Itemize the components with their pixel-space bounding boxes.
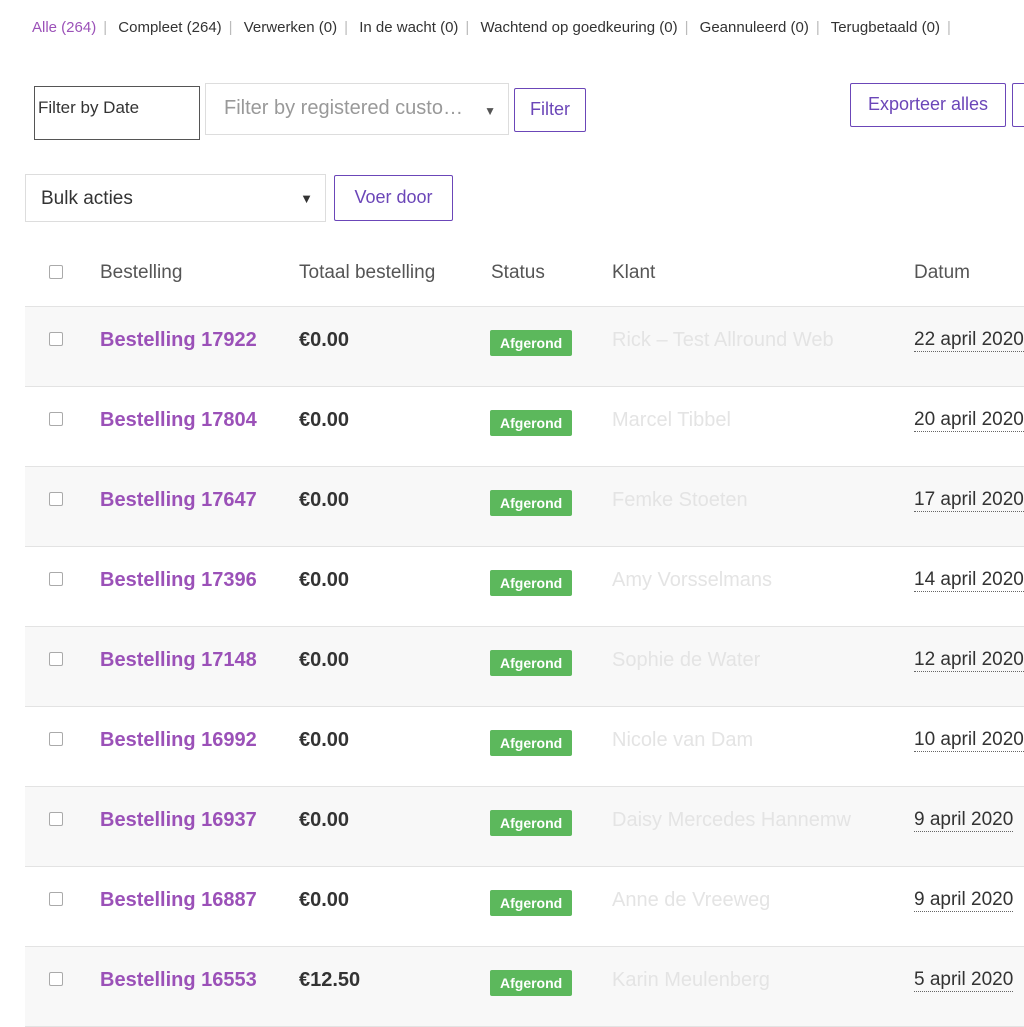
status-badge: Afgerond bbox=[490, 570, 573, 596]
order-link[interactable]: Bestelling 17647 bbox=[100, 489, 257, 512]
status-badge: Afgerond bbox=[490, 330, 573, 356]
date-filter-input[interactable]: Filter by Date bbox=[34, 86, 200, 140]
table-row: Bestelling 17647 €0.00 Afgerond Femke St… bbox=[25, 467, 1024, 547]
order-total: €0.00 bbox=[299, 889, 350, 911]
order-date: 12 april 2020 bbox=[914, 649, 1024, 672]
orders-table: Bestelling Totaal bestelling Status Klan… bbox=[25, 240, 1024, 1027]
separator: | bbox=[228, 19, 233, 36]
order-total: €0.00 bbox=[299, 729, 350, 751]
row-checkbox[interactable] bbox=[49, 492, 63, 506]
table-row: Bestelling 17804 €0.00 Afgerond Marcel T… bbox=[25, 387, 1024, 467]
table-row: Bestelling 16887 €0.00 Afgerond Anne de … bbox=[25, 867, 1024, 947]
separator: | bbox=[103, 19, 108, 36]
separator: | bbox=[344, 19, 349, 36]
export-options-button[interactable] bbox=[1012, 83, 1024, 127]
customer-name: Rick – Test Allround Web bbox=[612, 329, 834, 351]
status-filter-bar: Alle (264) | Compleet (264) | Verwerken (0… bbox=[32, 19, 958, 36]
order-link[interactable]: Bestelling 17922 bbox=[100, 329, 257, 352]
status-badge: Afgerond bbox=[490, 410, 573, 436]
status-badge: Afgerond bbox=[490, 490, 573, 516]
order-total: €12.50 bbox=[299, 969, 361, 991]
order-link[interactable]: Bestelling 16887 bbox=[100, 889, 257, 912]
status-filter-processing[interactable]: Verwerken (0) bbox=[244, 19, 337, 36]
customer-name: Daisy Mercedes Hannemw bbox=[612, 809, 851, 831]
column-header-status: Status bbox=[491, 262, 545, 283]
order-total: €0.00 bbox=[299, 329, 350, 351]
order-link[interactable]: Bestelling 16937 bbox=[100, 809, 257, 832]
order-total: €0.00 bbox=[299, 409, 350, 431]
order-total: €0.00 bbox=[299, 649, 350, 671]
caret-down-icon: ▼ bbox=[300, 191, 313, 206]
status-badge: Afgerond bbox=[490, 730, 573, 756]
status-filter-on-hold[interactable]: In de wacht (0) bbox=[359, 19, 458, 36]
order-total: €0.00 bbox=[299, 569, 350, 591]
order-link[interactable]: Bestelling 17148 bbox=[100, 649, 257, 672]
order-link[interactable]: Bestelling 17804 bbox=[100, 409, 257, 432]
customer-filter-placeholder: Filter by registered custo… bbox=[224, 97, 463, 119]
order-date: 5 april 2020 bbox=[914, 969, 1014, 992]
customer-name: Karin Meulenberg bbox=[612, 969, 770, 991]
status-filter-all[interactable]: Alle (264) bbox=[32, 19, 96, 36]
order-total: €0.00 bbox=[299, 809, 350, 831]
order-date: 20 april 2020 bbox=[914, 409, 1024, 432]
column-header-total: Totaal bestelling bbox=[299, 262, 436, 283]
bulk-actions-label: Bulk acties bbox=[41, 188, 133, 209]
table-row: Bestelling 17148 €0.00 Afgerond Sophie d… bbox=[25, 627, 1024, 707]
status-badge: Afgerond bbox=[490, 970, 573, 996]
customer-name: Sophie de Water bbox=[612, 649, 761, 671]
order-date: 22 april 2020 bbox=[914, 329, 1024, 352]
separator: | bbox=[684, 19, 689, 36]
order-link[interactable]: Bestelling 16553 bbox=[100, 969, 257, 992]
row-checkbox[interactable] bbox=[49, 812, 63, 826]
table-row: Bestelling 17922 €0.00 Afgerond Rick – T… bbox=[25, 307, 1024, 387]
row-checkbox[interactable] bbox=[49, 892, 63, 906]
table-header-row: Bestelling Totaal bestelling Status Klan… bbox=[25, 240, 1024, 307]
apply-bulk-button[interactable]: Voer door bbox=[334, 175, 453, 221]
status-filter-pending[interactable]: Wachtend op goedkeuring (0) bbox=[481, 19, 678, 36]
status-filter-cancelled[interactable]: Geannuleerd (0) bbox=[700, 19, 809, 36]
customer-name: Anne de Vreeweg bbox=[612, 889, 771, 911]
order-total: €0.00 bbox=[299, 489, 350, 511]
date-filter-placeholder: Filter by Date bbox=[38, 98, 140, 117]
row-checkbox[interactable] bbox=[49, 972, 63, 986]
table-row: Bestelling 16553 €12.50 Afgerond Karin M… bbox=[25, 947, 1024, 1027]
row-checkbox[interactable] bbox=[49, 332, 63, 346]
export-all-button[interactable]: Exporteer alles bbox=[850, 83, 1006, 127]
column-header-order[interactable]: Bestelling bbox=[100, 262, 182, 284]
order-date: 17 april 2020 bbox=[914, 489, 1024, 512]
row-checkbox[interactable] bbox=[49, 732, 63, 746]
filter-button[interactable]: Filter bbox=[514, 88, 586, 132]
row-checkbox[interactable] bbox=[49, 572, 63, 586]
customer-name: Marcel Tibbel bbox=[612, 409, 731, 431]
status-filter-complete[interactable]: Compleet (264) bbox=[118, 19, 221, 36]
customer-filter-select[interactable]: Filter by registered custo… ▼ bbox=[205, 83, 509, 135]
column-header-date[interactable]: Datum bbox=[914, 262, 970, 284]
order-date: 14 april 2020 bbox=[914, 569, 1024, 592]
status-badge: Afgerond bbox=[490, 890, 573, 916]
status-filter-refunded[interactable]: Terugbetaald (0) bbox=[831, 19, 940, 36]
separator: | bbox=[465, 19, 470, 36]
order-link[interactable]: Bestelling 17396 bbox=[100, 569, 257, 592]
select-all-checkbox[interactable] bbox=[49, 265, 63, 279]
customer-name: Nicole van Dam bbox=[612, 729, 754, 751]
separator: | bbox=[815, 19, 820, 36]
customer-name: Femke Stoeten bbox=[612, 489, 748, 511]
row-checkbox[interactable] bbox=[49, 652, 63, 666]
table-row: Bestelling 16937 €0.00 Afgerond Daisy Me… bbox=[25, 787, 1024, 867]
status-badge: Afgerond bbox=[490, 810, 573, 836]
status-badge: Afgerond bbox=[490, 650, 573, 676]
table-row: Bestelling 16992 €0.00 Afgerond Nicole v… bbox=[25, 707, 1024, 787]
column-header-customer: Klant bbox=[612, 262, 656, 283]
order-date: 9 april 2020 bbox=[914, 809, 1014, 832]
caret-down-icon: ▼ bbox=[484, 104, 496, 118]
order-date: 9 april 2020 bbox=[914, 889, 1014, 912]
customer-name: Amy Vorsselmans bbox=[612, 569, 773, 591]
table-row: Bestelling 17396 €0.00 Afgerond Amy Vors… bbox=[25, 547, 1024, 627]
order-date: 10 april 2020 bbox=[914, 729, 1024, 752]
separator: | bbox=[946, 19, 951, 36]
row-checkbox[interactable] bbox=[49, 412, 63, 426]
bulk-actions-select[interactable]: Bulk acties ▼ bbox=[25, 174, 326, 222]
order-link[interactable]: Bestelling 16992 bbox=[100, 729, 257, 752]
